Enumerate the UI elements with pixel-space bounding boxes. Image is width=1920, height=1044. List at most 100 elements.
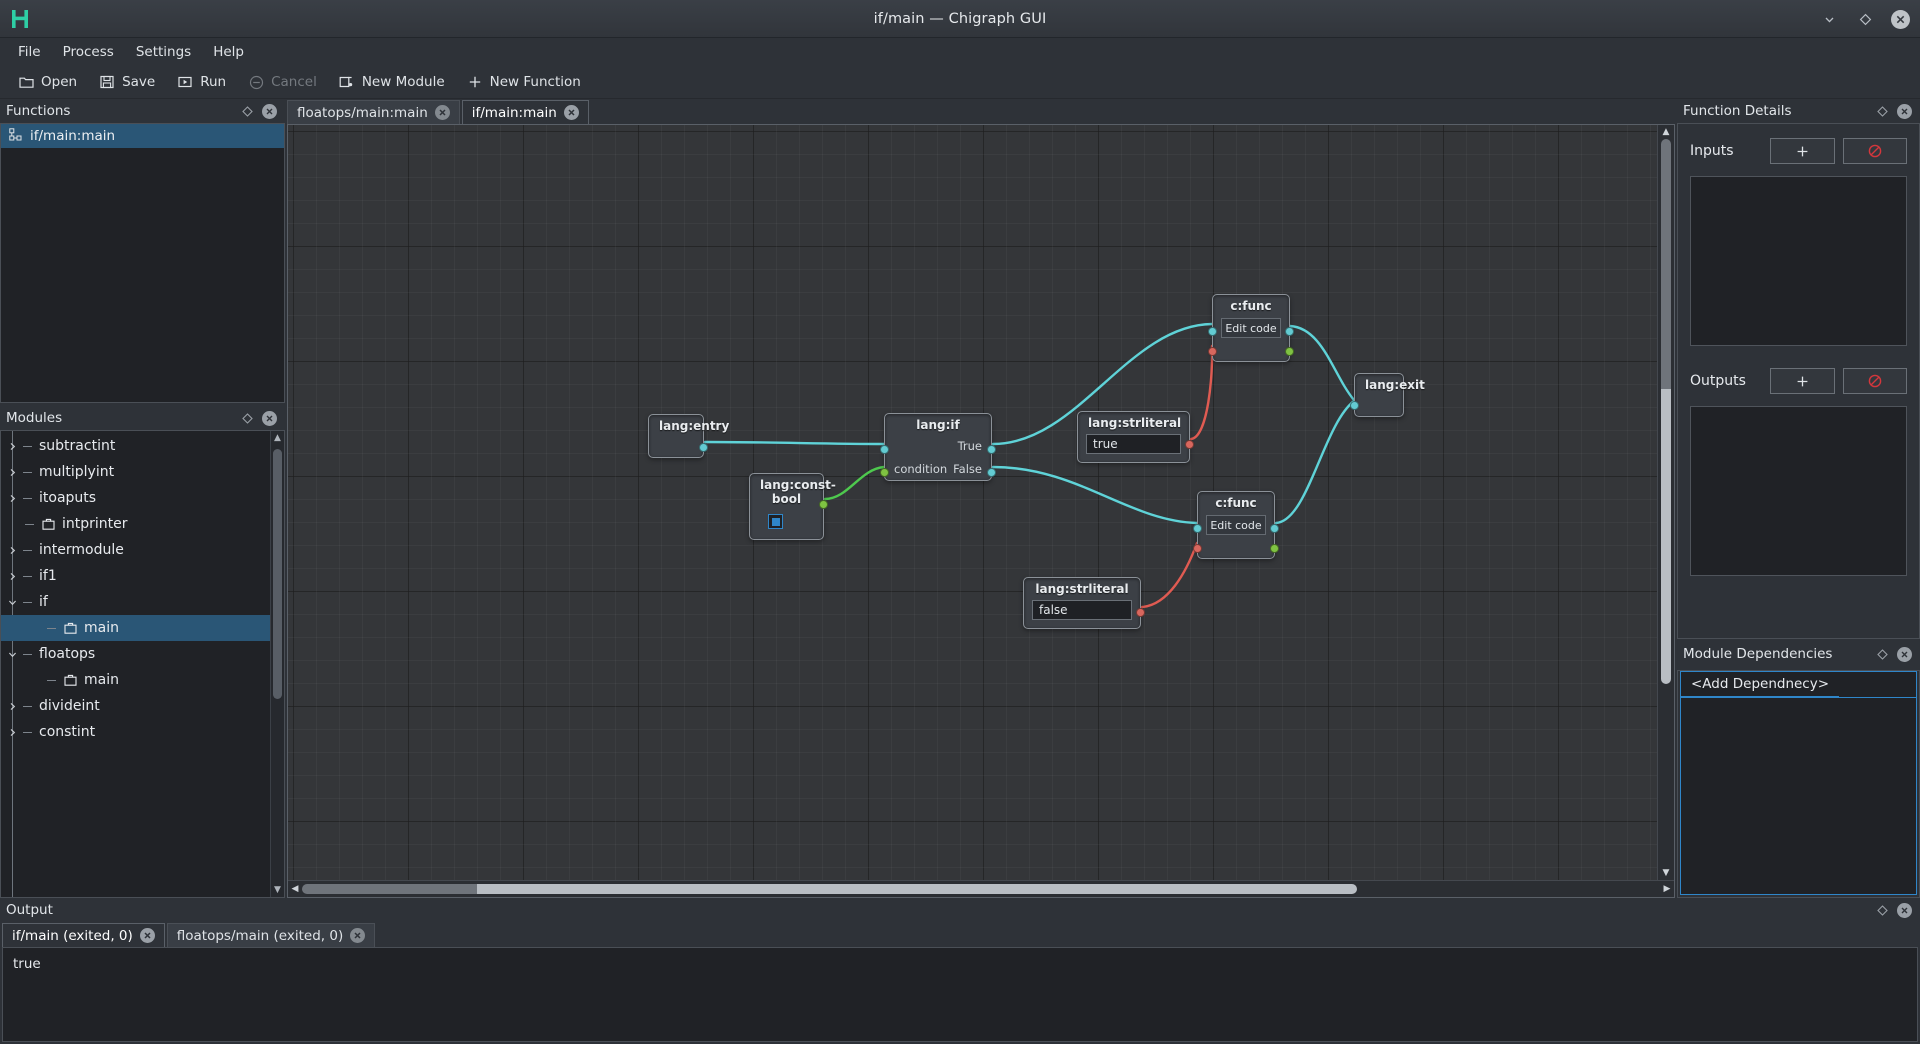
output-tab[interactable]: floatops/main (exited, 0) (167, 923, 375, 947)
scroll-down-icon[interactable]: ▼ (271, 883, 284, 897)
graph-node-strlit-false[interactable]: lang:strliteralfalse (1023, 577, 1141, 629)
graph-node-port-out[interactable] (1285, 347, 1294, 356)
chevron-right-icon[interactable] (1, 545, 23, 556)
open-button[interactable]: Open (10, 71, 85, 93)
module-tree-item[interactable]: if1 (1, 563, 270, 589)
output-float-icon[interactable] (1873, 901, 1891, 919)
chevron-right-icon[interactable] (1, 467, 23, 478)
save-button[interactable]: Save (91, 71, 163, 93)
graph-node-port-in[interactable] (1208, 347, 1217, 356)
graph-node-port-out[interactable] (699, 443, 708, 452)
scroll-down-icon[interactable]: ▼ (1658, 866, 1674, 880)
graph-wire[interactable] (1142, 543, 1197, 607)
functions-float-icon[interactable] (238, 102, 256, 120)
run-button[interactable]: Run (169, 71, 234, 93)
function-details-float-icon[interactable] (1873, 102, 1891, 120)
module-dependencies-float-icon[interactable] (1873, 645, 1891, 663)
module-tree-item[interactable]: subtractint (1, 433, 270, 459)
add-input-button[interactable] (1770, 138, 1835, 164)
module-tree-item-selected[interactable]: main (1, 615, 270, 641)
graph-node-port-in[interactable] (1193, 544, 1202, 553)
editor-tab[interactable]: floatops/main:main (287, 100, 460, 124)
function-list-item[interactable]: if/main:main (1, 124, 284, 148)
graph-node-entry[interactable]: lang:entry (648, 414, 704, 458)
output-tab-active[interactable]: if/main (exited, 0) (2, 923, 165, 947)
graph-node-port-out[interactable] (1285, 327, 1294, 336)
close-icon[interactable] (350, 928, 365, 943)
graph-node-port-in[interactable] (1208, 327, 1217, 336)
graph-node-port-out[interactable] (1270, 524, 1279, 533)
modules-float-icon[interactable] (238, 409, 256, 427)
graph-node-port-out[interactable] (1270, 544, 1279, 553)
graph-node-port-out[interactable] (819, 500, 828, 509)
module-tree-item[interactable]: main (1, 667, 270, 693)
menu-file[interactable]: File (8, 40, 51, 64)
graph-node-port-in[interactable] (1193, 524, 1202, 533)
graph-node-port-in[interactable] (1350, 401, 1359, 410)
graph-node-cfunc-true[interactable]: c:funcEdit code (1212, 294, 1290, 362)
inputs-list[interactable] (1690, 176, 1907, 346)
graph-node-port-out[interactable] (987, 445, 996, 454)
graph-node-strlit-true[interactable]: lang:strliteraltrue (1077, 411, 1190, 463)
graph-node-const-bool[interactable]: lang:const-bool (749, 473, 824, 540)
scroll-up-icon[interactable]: ▲ (1658, 125, 1674, 139)
menu-settings[interactable]: Settings (126, 40, 201, 64)
close-icon[interactable] (140, 928, 155, 943)
graph-wire[interactable] (993, 467, 1197, 523)
add-output-button[interactable] (1770, 368, 1835, 394)
module-tree-item[interactable]: constint (1, 719, 270, 745)
graph-canvas[interactable]: lang:entrylang:const-boollang:ifTruecond… (288, 125, 1657, 880)
module-tree-item[interactable]: if (1, 589, 270, 615)
close-icon[interactable] (1891, 10, 1910, 29)
module-tree-item[interactable]: intprinter (1, 511, 270, 537)
output-close-icon[interactable] (1897, 903, 1912, 918)
chevron-down-icon[interactable] (1, 649, 23, 660)
module-tree-item[interactable]: floatops (1, 641, 270, 667)
graph-horizontal-scrollbar[interactable]: ◀ ▶ (288, 880, 1674, 897)
module-tree-item[interactable]: itoaputs (1, 485, 270, 511)
scroll-left-icon[interactable]: ◀ (288, 881, 302, 897)
remove-input-button[interactable] (1843, 138, 1908, 164)
new-function-button[interactable]: New Function (459, 71, 589, 93)
add-dependency-item[interactable]: <Add Dependnecy> (1681, 672, 1839, 697)
close-icon[interactable] (435, 105, 450, 120)
new-module-button[interactable]: New Module (331, 71, 453, 93)
graph-node-exit[interactable]: lang:exit (1354, 373, 1404, 417)
graph-node-port-out[interactable] (987, 468, 996, 477)
module-tree-item[interactable]: multiplyint (1, 459, 270, 485)
scroll-up-icon[interactable]: ▲ (271, 431, 284, 445)
graph-node-port-out[interactable] (1136, 608, 1145, 617)
diamond-icon[interactable] (1855, 9, 1875, 29)
module-dependencies-list[interactable]: <Add Dependnecy> (1680, 671, 1917, 895)
scrollbar-thumb[interactable] (302, 884, 1357, 894)
graph-wire[interactable] (705, 442, 884, 444)
graph-wire[interactable] (1276, 401, 1354, 523)
graph-wire[interactable] (1290, 326, 1354, 400)
chevron-down-icon[interactable] (1819, 9, 1839, 29)
edit-code-button[interactable]: Edit code (1221, 318, 1281, 338)
chevron-right-icon[interactable] (1, 571, 23, 582)
scroll-right-icon[interactable]: ▶ (1660, 881, 1674, 897)
graph-wire[interactable] (1191, 346, 1212, 439)
chevron-down-icon[interactable] (1, 597, 23, 608)
graph-node-port-in[interactable] (880, 445, 889, 454)
scrollbar-thumb[interactable] (273, 449, 282, 699)
graph-node-port-out[interactable] (1185, 440, 1194, 449)
menu-help[interactable]: Help (203, 40, 254, 64)
editor-tab-active[interactable]: if/main:main (462, 100, 589, 124)
modules-close-icon[interactable] (262, 411, 277, 426)
cancel-button[interactable]: Cancel (240, 71, 325, 93)
remove-output-button[interactable] (1843, 368, 1908, 394)
module-tree-item[interactable]: divideint (1, 693, 270, 719)
menu-process[interactable]: Process (53, 40, 124, 64)
graph-vertical-scrollbar[interactable]: ▲ ▼ (1657, 125, 1674, 880)
close-icon[interactable] (564, 105, 579, 120)
bool-checkbox[interactable] (768, 514, 783, 529)
module-dependencies-close-icon[interactable] (1897, 647, 1912, 662)
functions-close-icon[interactable] (262, 104, 277, 119)
outputs-list[interactable] (1690, 406, 1907, 576)
chevron-right-icon[interactable] (1, 441, 23, 452)
graph-node-text-input[interactable]: false (1032, 600, 1132, 620)
function-details-close-icon[interactable] (1897, 104, 1912, 119)
modules-tree-scrollbar[interactable]: ▲ ▼ (270, 431, 284, 897)
